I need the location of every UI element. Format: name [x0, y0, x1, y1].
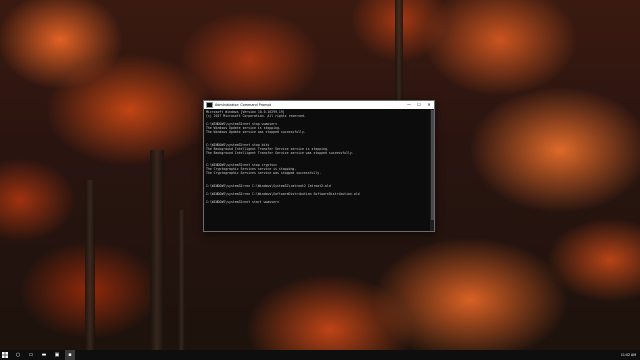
system-tray: 11:02 AM [617, 350, 636, 360]
tree-trunk [150, 150, 164, 360]
desktop-wallpaper: Administrator: Command Prompt — ☐ ✕ Micr… [0, 0, 640, 360]
tree-trunk [85, 180, 95, 360]
minimize-button[interactable]: — [404, 101, 414, 109]
close-button[interactable]: ✕ [424, 101, 434, 109]
window-title: Administrator: Command Prompt [215, 103, 271, 107]
search-icon[interactable]: ○ [13, 350, 23, 360]
maximize-button[interactable]: ☐ [414, 101, 424, 109]
file-explorer-icon[interactable]: ▬ [39, 350, 49, 360]
command-prompt-icon[interactable]: ▪ [65, 350, 75, 360]
window-titlebar[interactable]: Administrator: Command Prompt — ☐ ✕ [204, 101, 434, 109]
taskbar: ○ ▭ ▬ ▣ ▪ 11:02 AM [0, 350, 640, 360]
window-controls: — ☐ ✕ [404, 101, 434, 109]
scrollbar-thumb[interactable] [430, 110, 434, 220]
console-line: C:\WINDOWS\system32>net start wuauserv [206, 200, 279, 205]
command-prompt-icon [206, 102, 213, 108]
windows-logo-icon[interactable] [0, 350, 10, 360]
tree-trunk [395, 0, 403, 110]
clock[interactable]: 11:02 AM [621, 353, 636, 357]
console-output[interactable]: Microsoft Windows [Version 10.0.16299.19… [206, 110, 429, 229]
tree-trunk [178, 210, 185, 360]
store-icon[interactable]: ▣ [52, 350, 62, 360]
command-prompt-window[interactable]: Administrator: Command Prompt — ☐ ✕ Micr… [203, 100, 435, 232]
scrollbar[interactable] [430, 109, 434, 231]
task-view-icon[interactable]: ▭ [26, 350, 36, 360]
